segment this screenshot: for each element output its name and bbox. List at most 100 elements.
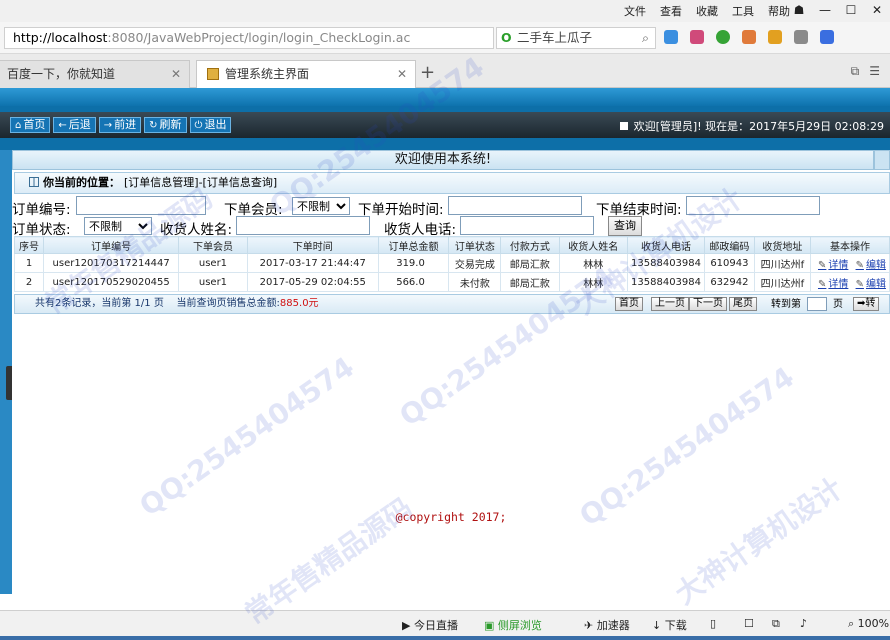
edit-link[interactable]: ✎ 编辑 [856,279,886,290]
order-no-label: 订单编号: [12,202,71,218]
shield-icon[interactable] [716,30,730,44]
start-time-label: 下单开始时间: [358,202,444,218]
menu-view[interactable]: 查看 [660,3,682,19]
download-link[interactable]: ↓ 下载 [652,617,687,633]
cell-phone: 13588403984 [627,272,705,292]
col-header: 下单时间 [246,236,379,254]
menu-favorites[interactable]: 收藏 [696,3,718,19]
close-button[interactable]: ✕ [864,0,890,20]
game-icon[interactable] [768,30,782,44]
home-icon: ⌂ [15,120,22,131]
power-icon: ⏻ [194,120,203,131]
app-header-band [0,88,890,106]
start-time-input[interactable] [448,196,582,215]
restore-icon[interactable]: ⧉ [851,64,860,79]
nav-buttons: ⌂ 首页 ← 后退 → 前进 ↻ 刷新 ⏻ 退出 [10,117,232,133]
cell-address: 四川达州f [753,253,811,273]
refresh-button[interactable]: ↻ 刷新 [144,117,187,133]
back-button[interactable]: ← 后退 [53,117,96,133]
detail-link[interactable]: ✎ 详情 [818,260,848,271]
window-icon[interactable]: ☐ [744,617,754,630]
pin-icon[interactable]: ☗ [786,0,812,20]
edit-link[interactable]: ✎ 编辑 [856,260,886,271]
address-input[interactable]: http://localhost:8080/JavaWebProject/log… [4,27,494,49]
col-header: 邮政编码 [703,236,755,254]
page-bottom [0,594,890,610]
prev-page-button[interactable]: 上一页 [651,297,689,311]
list-icon[interactable]: ☰ [869,64,880,79]
status-label: 订单状态: [12,222,71,238]
grid-icon[interactable] [664,30,678,44]
table-icon [29,177,39,187]
first-page-button[interactable]: 首页 [615,297,643,311]
end-time-input[interactable] [686,196,820,215]
col-header: 基本操作 [809,236,890,254]
zoom-level[interactable]: ⌕ 100% [848,617,889,631]
col-header: 订单状态 [448,236,502,254]
order-query-panel: 你当前的位置： [订单信息管理]-[订单信息查询] 订单编号: 下单会员: 不限制… [12,172,890,318]
browser-toolbar-icons [664,30,834,44]
app-icon[interactable] [690,30,704,44]
cell-status: 未付款 [448,272,502,292]
collapse-banner-button[interactable] [874,150,890,170]
sidebar-browse-link[interactable]: ▣ 侧屏浏览 [484,617,542,633]
welcome-banner: 欢迎使用本系统! [12,150,874,170]
user-icon[interactable] [820,30,834,44]
cell-total: 319.0 [377,253,450,273]
member-select[interactable]: 不限制 [292,197,350,215]
address-toolbar: http://localhost:8080/JavaWebProject/log… [0,22,890,54]
translate-icon[interactable] [742,30,756,44]
tab-baidu[interactable]: 百度一下，你就知道 ✕ [0,60,190,88]
close-tab-icon[interactable]: ✕ [397,61,407,87]
search-input[interactable]: O 二手车上瓜子 ⌕ [496,27,656,49]
minimize-button[interactable]: — [812,0,838,20]
col-header: 序号 [13,236,45,254]
last-page-button[interactable]: 尾页 [729,297,757,311]
search-engine-icon: O [501,30,512,45]
close-tab-icon[interactable]: ✕ [171,61,181,87]
menu-tools[interactable]: 工具 [732,3,754,19]
layout-icon[interactable]: ▯ [710,617,716,630]
cell-status: 交易完成 [448,253,502,273]
cell-member: user1 [178,272,248,292]
filter-row-1: 订单编号: 下单会员: 不限制 下单开始时间: 下单结束时间: [12,196,890,218]
cell-actions: ✎ 详情 ✎ 编辑 [809,272,890,292]
breadcrumb: 你当前的位置： [订单信息管理]-[订单信息查询] [14,172,890,194]
maximize-button[interactable]: ☐ [838,0,864,20]
col-header: 下单会员 [178,236,248,254]
next-page-button[interactable]: 下一页 [689,297,727,311]
restore-icon[interactable]: ⧉ [772,617,780,631]
mail-icon[interactable] [794,30,808,44]
end-time-label: 下单结束时间: [596,202,682,218]
volume-icon[interactable]: ♪ [800,617,807,630]
receiver-input[interactable] [236,216,370,235]
cell-receiver: 林林 [558,253,629,273]
query-button[interactable]: 查询 [608,216,642,236]
page-number-input[interactable] [807,297,827,311]
menu-file[interactable]: 文件 [624,3,646,19]
phone-input[interactable] [460,216,594,235]
table-row[interactable]: 2 user120170529020455 user1 2017-05-29 0… [13,272,890,292]
status-select[interactable]: 不限制 [84,217,152,235]
new-tab-button[interactable]: + [420,62,435,83]
tab-admin-main[interactable]: 管理系统主界面 ✕ [196,60,416,88]
cell-receiver: 林林 [558,272,629,292]
order-no-input[interactable] [76,196,206,215]
zoom-icon: ⌕ [848,617,855,630]
detail-link[interactable]: ✎ 详情 [818,279,848,290]
page-unit-label: 页 [833,299,843,310]
table-row[interactable]: 1 user120170317214447 user1 2017-03-17 2… [13,253,890,273]
orders-table: 序号 订单编号 下单会员 下单时间 订单总金额 订单状态 付款方式 收货人姓名 … [13,236,890,292]
cell-time: 2017-05-29 02:04:55 [246,272,379,292]
col-header: 收货人姓名 [558,236,629,254]
tab-tools: ⧉ ☰ [851,64,880,79]
logout-button[interactable]: ⏻ 退出 [189,117,232,133]
live-link[interactable]: ▶ 今日直播 [402,617,458,633]
accelerator-link[interactable]: ✈ 加速器 [584,617,630,633]
search-icon[interactable]: ⌕ [642,28,649,48]
browser-statusbar: ▶ 今日直播 ▣ 侧屏浏览 ✈ 加速器 ↓ 下载 ▯ ☐ ⧉ ♪ ⌕ 100% [0,610,890,636]
home-button[interactable]: ⌂ 首页 [10,117,51,133]
pagination-info: 共有2条记录，当前第 1/1 页 当前查询页销售总金额:885.0元 [35,298,319,309]
go-button[interactable]: ➡转 [853,297,880,311]
forward-button[interactable]: → 前进 [98,117,142,133]
